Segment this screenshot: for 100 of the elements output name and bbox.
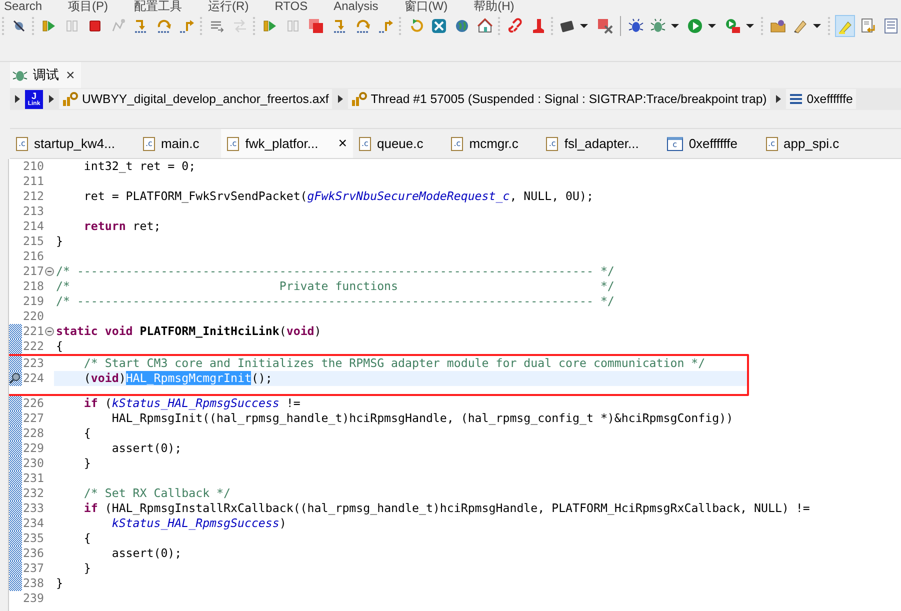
- pen-icon: [792, 18, 808, 34]
- play-circle-icon: [687, 18, 704, 34]
- pause-icon: [285, 18, 302, 34]
- dropdown-caret-icon[interactable]: [671, 24, 680, 28]
- code-line: }: [55, 234, 64, 249]
- stack-lines-icon: [788, 93, 803, 105]
- crossed-circle-icon: [10, 18, 27, 34]
- line-number: 239: [22, 591, 44, 606]
- c-file-icon: .c: [227, 136, 240, 150]
- c-file-icon: .c: [451, 136, 464, 150]
- line-number: 215: [22, 234, 44, 249]
- code-line: {: [82, 426, 92, 441]
- globe-icon: [454, 18, 470, 34]
- dropdown-caret-icon[interactable]: [746, 24, 754, 28]
- program-breadcrumb[interactable]: UWBYY_digital_develop_anchor_freertos.axf: [59, 89, 332, 109]
- c-file-icon: .c: [546, 136, 558, 150]
- line-number: 230: [22, 456, 44, 471]
- line-number: 227: [22, 411, 44, 426]
- line-number: 210: [22, 159, 44, 174]
- code-line: return ret;: [82, 219, 162, 234]
- menu-item[interactable]: 窗口(W): [404, 0, 448, 13]
- pause-icon: [64, 18, 80, 34]
- gear-bars-icon: [62, 91, 78, 107]
- line-number: 228: [22, 426, 44, 441]
- c-file-icon: .c: [766, 136, 778, 150]
- dropdown-caret-icon[interactable]: [580, 24, 588, 28]
- editor-tab[interactable]: .c startup_kw4...: [10, 129, 137, 158]
- frame-breadcrumb[interactable]: 0xeffffffe: [786, 89, 856, 109]
- stop-icon: [308, 18, 324, 34]
- line-number: 216: [22, 249, 44, 264]
- line-number: 220: [22, 309, 44, 324]
- menu-item[interactable]: 项目(P): [68, 0, 108, 13]
- code-line: /* Private functions */: [55, 279, 616, 294]
- expand-arrow-icon: [336, 95, 343, 103]
- line-number: 231: [22, 471, 44, 486]
- tab-label: 调试: [33, 66, 59, 84]
- highlighter-button[interactable]: [834, 15, 855, 37]
- network-nodes-icon: [110, 18, 126, 34]
- editor-tab[interactable]: .c mcmgr.c: [445, 129, 540, 158]
- step-over-icon: [156, 18, 172, 34]
- expand-arrow-icon: [14, 95, 20, 103]
- dropdown-caret-icon[interactable]: [812, 24, 821, 28]
- close-icon[interactable]: ×: [64, 66, 77, 84]
- thread-breadcrumb[interactable]: Thread #1 57005 (Suspended : Signal : SIGTRAP:Trace/breakpoint trap): [348, 89, 770, 109]
- line-number: 232: [22, 486, 44, 501]
- line-number: 233: [22, 501, 44, 516]
- line-number: 224: [22, 371, 44, 386]
- resume-icon: [262, 18, 278, 34]
- menu-item[interactable]: 配置工具: [134, 0, 182, 13]
- window-file-icon: c: [666, 136, 683, 150]
- c-file-icon: .c: [16, 136, 28, 150]
- line-number: 237: [22, 561, 44, 576]
- bug-icon: [650, 18, 666, 34]
- code-line: if (kStatus_HAL_RpmsgSuccess !=: [82, 396, 302, 411]
- bug-icon: [628, 18, 644, 34]
- editor-tab[interactable]: .c main.c: [136, 129, 222, 158]
- code-line: assert(0);: [110, 441, 183, 456]
- view-tab[interactable]: 调试 ×: [10, 62, 81, 88]
- line-number: 211: [22, 174, 44, 189]
- line-number: 223: [22, 356, 44, 371]
- line-number: 236: [22, 546, 44, 561]
- code-line: kStatus_HAL_RpmsgSuccess): [110, 516, 288, 531]
- code-line: }: [82, 561, 92, 576]
- line-number: 212: [22, 189, 44, 204]
- line-number: 214: [22, 219, 44, 234]
- expand-arrow-icon: [774, 95, 781, 103]
- code-line: assert(0);: [110, 546, 183, 561]
- menu-item[interactable]: Search: [4, 0, 42, 13]
- close-icon[interactable]: ×: [338, 135, 347, 152]
- dropdown-caret-icon[interactable]: [708, 24, 716, 28]
- step-into-icon: [332, 18, 348, 34]
- code-line: /* Set RX Callback */: [82, 486, 232, 501]
- editor-tab[interactable]: c 0xeffffffe: [660, 129, 760, 158]
- editor-tab[interactable]: .c app_spi.c: [760, 129, 862, 158]
- code-line: static void PLATFORM_InitHciLink(void): [55, 324, 322, 339]
- line-number: 235: [22, 531, 44, 546]
- line-number: 221: [22, 324, 44, 339]
- chip-icon: [558, 18, 575, 34]
- menu-item[interactable]: Analysis: [334, 0, 378, 13]
- menu-item[interactable]: 运行(R): [208, 0, 249, 13]
- c-file-icon: .c: [358, 136, 371, 150]
- x-square-icon: [430, 18, 447, 34]
- editor-tab[interactable]: .c queue.c: [352, 129, 446, 158]
- line-number: 226: [22, 396, 44, 411]
- code-line: int32_t ret = 0;: [82, 159, 197, 174]
- play-toolbox-icon: [724, 18, 741, 34]
- code-line: if (HAL_RpmsgInstallRxCallback((hal_rpmsg_handle_t)hciRpmsgHandle, PLATFORM_HciRpmsgRxCallback, NULL) !=: [82, 501, 811, 516]
- line-number: 219: [22, 294, 44, 309]
- folder-icon: [770, 18, 786, 34]
- menu-item[interactable]: RTOS: [274, 0, 308, 13]
- editor-tab[interactable]: .c fsl_adapter...: [540, 129, 661, 158]
- line-number: 234: [22, 516, 44, 531]
- editor-tab[interactable]: .c fwk_platfor... ×: [221, 129, 353, 158]
- menu-item[interactable]: 帮助(H): [474, 0, 514, 13]
- code-line: /* -------------------------------------------------------------------------- */: [55, 264, 616, 279]
- code-line: {: [82, 531, 92, 546]
- chip-cross-icon: [597, 18, 614, 34]
- document-arrow-icon: [860, 18, 876, 34]
- code-line: /* -------------------------------------------------------------------------- */: [55, 294, 616, 309]
- list-icon: [882, 18, 899, 34]
